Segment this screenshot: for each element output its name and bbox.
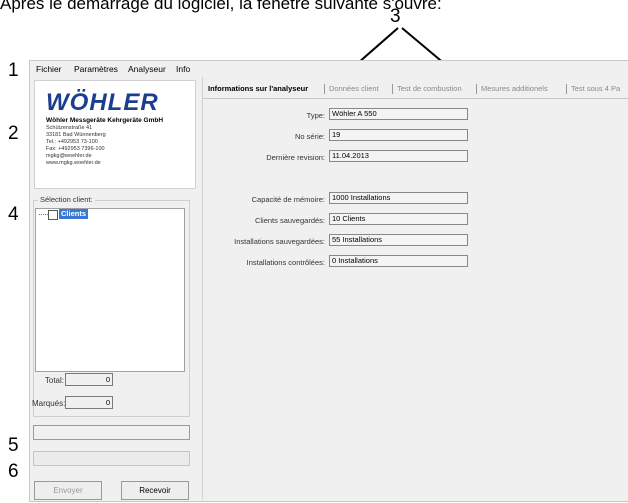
menu-analyseur[interactable]: Analyseur [128, 64, 166, 74]
woehler-logo: WÖHLER [46, 89, 159, 116]
memory-label: Capacité de mémoire: [251, 195, 325, 204]
app-window: Fichier Paramètres Analyseur Info WÖHLER… [29, 60, 628, 502]
tab-separator [566, 84, 567, 94]
installations-saved-value: 55 Installations [329, 234, 468, 246]
marker-6: 6 [8, 461, 19, 482]
client-tree[interactable]: Clients [35, 208, 185, 372]
marked-label: Marqués: [32, 399, 66, 408]
type-value: Wöhler A 550 [329, 108, 468, 120]
tree-line [39, 214, 48, 216]
menu-fichier[interactable]: Fichier [36, 64, 62, 74]
tab-analyzer-info[interactable]: Informations sur l'analyseur [208, 81, 308, 97]
company-name: Wöhler Messgeräte Kehrgeräte GmbH [46, 117, 164, 124]
tab-bar: Informations sur l'analyseur Données cli… [203, 81, 628, 97]
type-label: Type: [306, 111, 325, 120]
menu-bar: Fichier Paramètres Analyseur Info [30, 61, 628, 77]
marked-value: 0 [65, 396, 113, 409]
marker-1: 1 [8, 60, 19, 81]
clients-saved-value: 10 Clients [329, 213, 468, 225]
memory-value: 1000 Installations [329, 192, 468, 204]
revision-value: 11.04.2013 [329, 150, 468, 162]
serial-label: No série: [294, 132, 325, 141]
menu-parametres[interactable]: Paramètres [74, 64, 118, 74]
status-field-1 [33, 425, 190, 440]
installations-saved-label: Installations sauvegardées: [234, 237, 325, 246]
caption-text: Après le démarrage du logiciel, la fenêt… [0, 0, 442, 13]
company-address: Schützenstraße 41 33181 Bad Wünnenberg T… [46, 125, 106, 166]
clients-saved-label: Clients sauvegardés: [254, 216, 325, 225]
tab-combustion-test[interactable]: Test de combustion [397, 81, 462, 97]
status-field-2 [33, 451, 190, 466]
total-value: 0 [65, 373, 113, 386]
marker-2: 2 [8, 123, 19, 144]
content-panel: Informations sur l'analyseur Données cli… [202, 77, 628, 499]
tab-separator [392, 84, 393, 94]
tab-separator [476, 84, 477, 94]
menu-info[interactable]: Info [176, 64, 190, 74]
client-selection-label: Sélection client: [38, 195, 95, 204]
tab-additional-measures[interactable]: Mesures additionels [481, 81, 548, 97]
marker-5: 5 [8, 435, 19, 456]
tab-divider [203, 98, 628, 99]
tree-checkbox[interactable] [48, 210, 58, 220]
installations-checked-label: Installations contrôlées: [246, 258, 325, 267]
company-logo-panel: WÖHLER Wöhler Messgeräte Kehrgeräte GmbH… [34, 80, 196, 189]
tree-root-clients[interactable]: Clients [59, 209, 89, 219]
installations-checked-value: 0 Installations [329, 255, 468, 267]
tab-separator [324, 84, 325, 94]
receive-button[interactable]: Recevoir [121, 481, 189, 500]
total-label: Total: [44, 376, 64, 385]
serial-value: 19 [329, 129, 468, 141]
send-button[interactable]: Envoyer [34, 481, 102, 500]
revision-label: Dernière revision: [266, 153, 325, 162]
tab-test-4pa[interactable]: Test sous 4 Pa [571, 81, 620, 97]
tab-client-data[interactable]: Données client [329, 81, 379, 97]
marker-4: 4 [8, 204, 19, 225]
